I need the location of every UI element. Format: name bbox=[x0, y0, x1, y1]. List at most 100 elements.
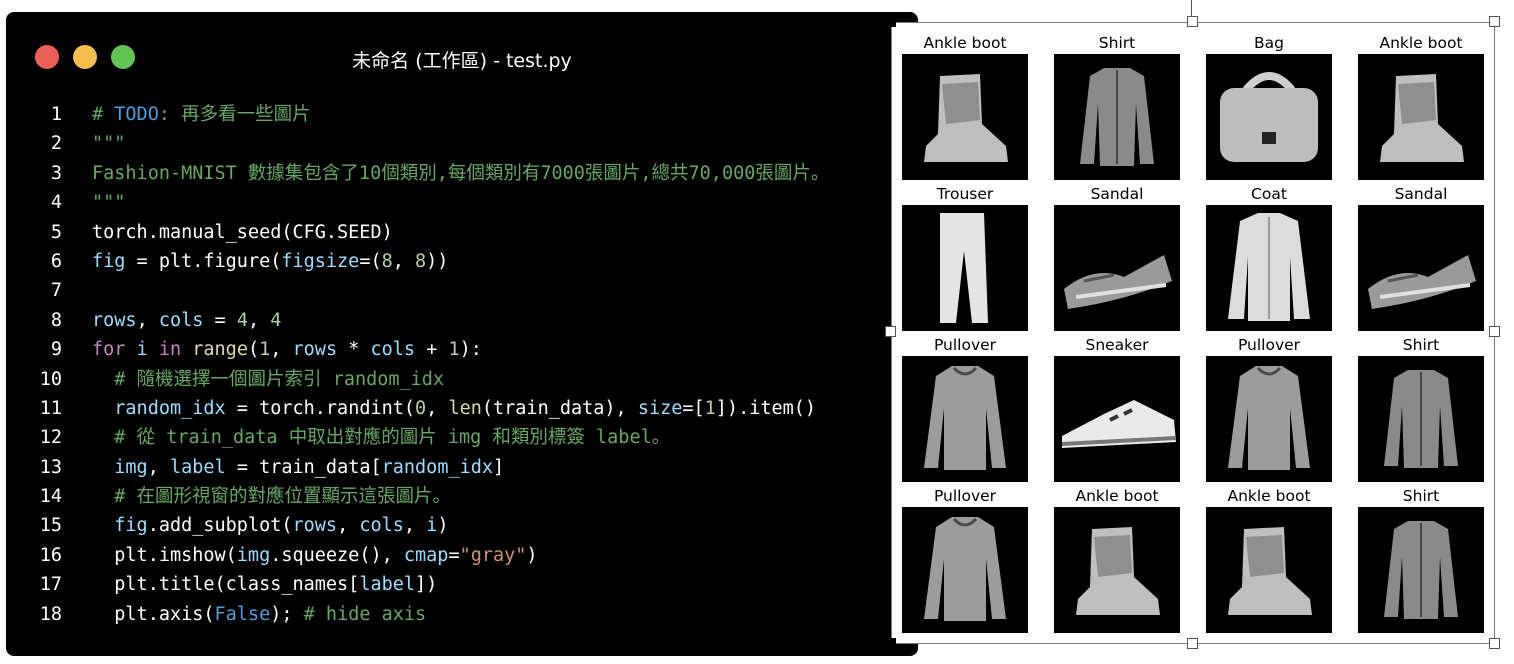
code-token: figsize bbox=[281, 250, 360, 272]
line-number: 8 bbox=[50, 309, 62, 331]
subplot-title: Ankle boot bbox=[1379, 34, 1463, 52]
code-token: = train_data[ bbox=[225, 456, 382, 478]
code-token: ]).item() bbox=[715, 397, 817, 419]
resize-handle-top[interactable] bbox=[1187, 16, 1198, 27]
coat-image bbox=[1206, 205, 1332, 331]
code-token: 1 bbox=[259, 339, 271, 361]
code-token: fig bbox=[114, 515, 148, 537]
ankle-boot-image bbox=[1054, 507, 1180, 633]
figure-subplot: Trouser bbox=[901, 183, 1029, 334]
ankle-boot-image bbox=[1358, 54, 1484, 180]
code-token: : 再多看一些圖片 bbox=[158, 104, 311, 125]
image-grid: Ankle boot Shirt Bag Ankle boot Trouser Sanda… bbox=[901, 32, 1485, 636]
code-token: rows bbox=[292, 515, 338, 537]
subplot-title: Pullover bbox=[1237, 336, 1301, 354]
code-line[interactable]: 3 Fashion-MNIST 數據集包含了10個類別,每個類別有7000張圖片,… bbox=[6, 159, 918, 188]
code-text: # 在圖形視窗的對應位置顯示這張圖片。 bbox=[92, 482, 451, 511]
code-token: label bbox=[169, 456, 226, 478]
code-line[interactable]: 10 # 隨機選擇一個圖片索引 random_idx bbox=[6, 365, 918, 394]
line-number: 18 bbox=[39, 603, 62, 625]
code-line[interactable]: 11 random_idx = torch.randint(0, len(tra… bbox=[6, 394, 918, 423]
figure-subplot: Shirt bbox=[1053, 32, 1181, 183]
code-token: label bbox=[359, 574, 416, 596]
code-token: 0 bbox=[415, 397, 427, 419]
code-line[interactable]: 9 for i in range(1, rows * cols + 1): bbox=[6, 335, 918, 364]
subplot-title: Ankle boot bbox=[1227, 487, 1311, 505]
code-token: ) bbox=[526, 544, 538, 566]
resize-handle-top-left[interactable] bbox=[885, 16, 896, 27]
code-token: torch.manual_seed(CFG.SEED) bbox=[92, 221, 393, 243]
line-number: 2 bbox=[50, 133, 62, 155]
figure-subplot: Shirt bbox=[1357, 334, 1485, 485]
code-token: )) bbox=[426, 250, 449, 272]
figure-subplot: Pullover bbox=[901, 485, 1029, 636]
code-token: = bbox=[448, 544, 460, 566]
code-text: plt.axis(False); # hide axis bbox=[92, 600, 426, 629]
resize-handle-top-right[interactable] bbox=[1489, 16, 1500, 27]
code-line[interactable]: 8 rows, cols = 4, 4 bbox=[6, 306, 918, 335]
code-token: ]) bbox=[415, 574, 438, 596]
code-text: Fashion-MNIST 數據集包含了10個類別,每個類別有7000張圖片,總… bbox=[92, 159, 829, 188]
code-token: rows bbox=[92, 309, 137, 331]
ankle-boot-image bbox=[1206, 507, 1332, 633]
code-token: """ bbox=[92, 192, 126, 214]
code-token: random_idx bbox=[114, 397, 226, 419]
code-token: plt.title(class_names[ bbox=[92, 574, 360, 596]
code-token: fig bbox=[92, 250, 126, 272]
resize-handle-left[interactable] bbox=[885, 326, 896, 337]
resize-handle-bottom[interactable] bbox=[1187, 638, 1198, 649]
subplot-title: Pullover bbox=[933, 487, 997, 505]
code-line[interactable]: 2 """ bbox=[6, 129, 918, 158]
code-text: # 從 train_data 中取出對應的圖片 img 和類別標簽 label。 bbox=[92, 423, 670, 452]
code-text: # 隨機選擇一個圖片索引 random_idx bbox=[92, 365, 444, 394]
code-line[interactable]: 12 # 從 train_data 中取出對應的圖片 img 和類別標簽 lab… bbox=[6, 423, 918, 452]
code-token: 4 bbox=[236, 309, 248, 331]
code-token: # bbox=[92, 104, 115, 125]
subplot-title: Coat bbox=[1251, 185, 1287, 203]
shirt-image bbox=[1054, 54, 1180, 180]
fashion-mnist-figure[interactable]: Ankle boot Shirt Bag Ankle boot Trouser Sanda… bbox=[891, 22, 1495, 644]
code-line[interactable]: 5 torch.manual_seed(CFG.SEED) bbox=[6, 218, 918, 247]
code-line[interactable]: 15 fig.add_subplot(rows, cols, i) bbox=[6, 511, 918, 540]
code-token: = plt.figure( bbox=[125, 250, 282, 272]
code-token: # 在圖形視窗的對應位置顯示這張圖片。 bbox=[92, 486, 452, 508]
code-token: , bbox=[403, 515, 427, 537]
code-token: =( bbox=[359, 250, 382, 272]
code-line[interactable]: 13 img, label = train_data[random_idx] bbox=[6, 453, 918, 482]
code-token: + bbox=[415, 339, 449, 361]
figure-subplot: Ankle boot bbox=[1053, 485, 1181, 636]
line-number: 5 bbox=[50, 221, 62, 243]
shirt-image bbox=[1358, 356, 1484, 482]
code-line[interactable]: 14 # 在圖形視窗的對應位置顯示這張圖片。 bbox=[6, 482, 918, 511]
code-line[interactable]: 18 plt.axis(False); # hide axis bbox=[6, 600, 918, 629]
code-token: 8 bbox=[415, 250, 427, 272]
figure-subplot: Sandal bbox=[1357, 183, 1485, 334]
code-text: fig.add_subplot(rows, cols, i) bbox=[92, 511, 448, 540]
resize-handle-right[interactable] bbox=[1489, 326, 1500, 337]
code-token: (train_data), bbox=[481, 397, 638, 419]
line-number: 9 bbox=[50, 339, 62, 361]
code-text: plt.title(class_names[label]) bbox=[92, 570, 437, 599]
code-token: "gray" bbox=[459, 544, 527, 566]
code-token: , bbox=[426, 397, 449, 419]
figure-subplot: Coat bbox=[1205, 183, 1333, 334]
code-line[interactable]: 4 """ bbox=[6, 188, 918, 217]
code-token: size bbox=[637, 397, 683, 419]
code-token: =[ bbox=[682, 397, 705, 419]
resize-handle-bottom-right[interactable] bbox=[1489, 638, 1500, 649]
code-line[interactable]: 7 bbox=[6, 276, 918, 305]
code-token: ): bbox=[459, 339, 482, 361]
code-token: random_idx bbox=[381, 456, 494, 478]
code-text: torch.manual_seed(CFG.SEED) bbox=[92, 218, 393, 247]
code-line[interactable]: 1 # TODO: 再多看一些圖片 bbox=[6, 100, 918, 129]
code-area[interactable]: 1 # TODO: 再多看一些圖片 2 """ 3 Fashion-MNIST 數據集包含… bbox=[6, 100, 918, 629]
code-line[interactable]: 6 fig = plt.figure(figsize=(8, 8)) bbox=[6, 247, 918, 276]
code-text: img, label = train_data[random_idx] bbox=[92, 453, 504, 482]
resize-handle-bottom-left[interactable] bbox=[885, 638, 896, 649]
code-line[interactable]: 16 plt.imshow(img.squeeze(), cmap="gray"… bbox=[6, 541, 918, 570]
subplot-title: Ankle boot bbox=[1075, 487, 1159, 505]
code-line[interactable]: 17 plt.title(class_names[label]) bbox=[6, 570, 918, 599]
